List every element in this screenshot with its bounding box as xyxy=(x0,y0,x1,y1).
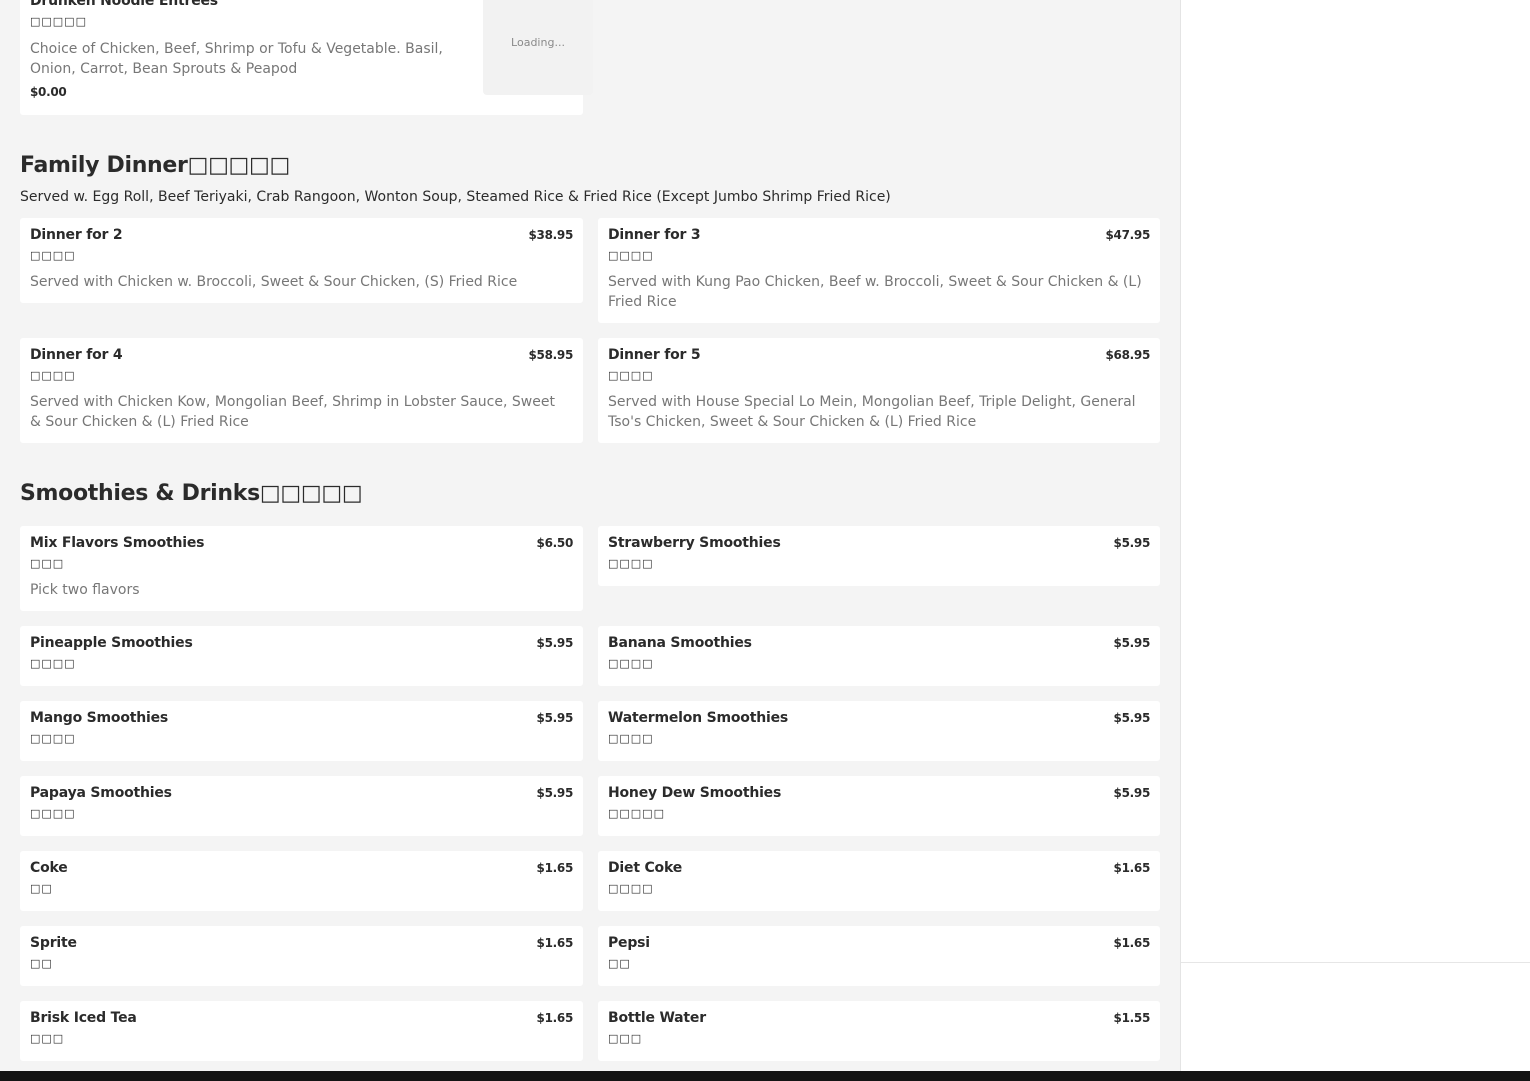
item-chinese-name: □□□□ xyxy=(608,249,654,262)
item-description: Served with House Special Lo Mein, Mongo… xyxy=(608,394,1136,430)
item-name: Drunken Noodle Entrees xyxy=(30,0,218,9)
item-chinese-name: □□□□ xyxy=(608,882,654,895)
item-chinese-name: □□ xyxy=(30,882,53,895)
menu-item-bottle-water[interactable]: Bottle Water $1.55 □□□ xyxy=(598,1001,1160,1061)
item-image-placeholder: Loading... xyxy=(483,0,593,95)
item-price: $1.65 xyxy=(536,1011,574,1025)
menu-item-dinner-for-2[interactable]: Dinner for 2 $38.95 □□□□ Served with Chi… xyxy=(20,218,583,303)
item-price: $47.95 xyxy=(1105,228,1150,242)
menu-item-brisk-iced-tea[interactable]: Brisk Iced Tea $1.65 □□□ xyxy=(20,1001,583,1061)
item-name: Sprite xyxy=(30,935,77,951)
item-chinese-name: □□□□ xyxy=(30,369,76,382)
item-name: Papaya Smoothies xyxy=(30,785,172,801)
item-name: Bottle Water xyxy=(608,1010,706,1026)
item-name: Watermelon Smoothies xyxy=(608,710,789,726)
item-price: $1.65 xyxy=(1113,936,1151,950)
item-description: Served with Chicken Kow, Mongolian Beef,… xyxy=(30,394,555,430)
item-chinese-name: □□□□ xyxy=(30,249,76,262)
item-description: Choice of Chicken, Beef, Shrimp or Tofu … xyxy=(30,41,443,77)
item-chinese-name: □□□□□ xyxy=(608,807,665,820)
sidebar-divider xyxy=(1181,962,1530,963)
section-title-smoothies-drinks: Smoothies & Drinks□□□□□ xyxy=(20,481,363,506)
menu-item-mango-smoothies[interactable]: Mango Smoothies $5.95 □□□□ xyxy=(20,701,583,761)
item-name: Mango Smoothies xyxy=(30,710,169,726)
item-chinese-name: □□□□ xyxy=(608,557,654,570)
loading-text: Loading... xyxy=(511,36,565,49)
item-chinese-name: □□□□ xyxy=(30,657,76,670)
item-price: $68.95 xyxy=(1105,348,1150,362)
order-sidebar xyxy=(1180,0,1530,1071)
menu-item-banana-smoothies[interactable]: Banana Smoothies $5.95 □□□□ xyxy=(598,626,1160,686)
item-description: Served with Kung Pao Chicken, Beef w. Br… xyxy=(608,274,1142,310)
item-price: $1.65 xyxy=(536,936,574,950)
item-chinese-name: □□□□ xyxy=(30,807,76,820)
item-name: Pineapple Smoothies xyxy=(30,635,193,651)
menu-item-dinner-for-5[interactable]: Dinner for 5 $68.95 □□□□ Served with Hou… xyxy=(598,338,1160,443)
item-name: Dinner for 2 xyxy=(30,227,123,243)
menu-item-pineapple-smoothies[interactable]: Pineapple Smoothies $5.95 □□□□ xyxy=(20,626,583,686)
menu-list: Drunken Noodle Entrees □□□□□ Choice of C… xyxy=(0,0,1180,1071)
item-price: $5.95 xyxy=(536,636,574,650)
item-price: $6.50 xyxy=(536,536,574,550)
section-description-family-dinner: Served w. Egg Roll, Beef Teriyaki, Crab … xyxy=(20,189,891,205)
item-chinese-name: □□□□ xyxy=(608,732,654,745)
item-chinese-name: □□□ xyxy=(30,1032,65,1045)
item-chinese-name: □□□ xyxy=(608,1032,643,1045)
item-price: $38.95 xyxy=(528,228,573,242)
item-price: $58.95 xyxy=(528,348,573,362)
item-price: $5.95 xyxy=(1113,636,1151,650)
menu-item-dinner-for-4[interactable]: Dinner for 4 $58.95 □□□□ Served with Chi… xyxy=(20,338,583,443)
item-price: $5.95 xyxy=(1113,786,1151,800)
item-price: $1.55 xyxy=(1113,1011,1151,1025)
item-description: Served with Chicken w. Broccoli, Sweet &… xyxy=(30,274,518,290)
item-name: Brisk Iced Tea xyxy=(30,1010,137,1026)
item-name: Strawberry Smoothies xyxy=(608,535,781,551)
item-name: Coke xyxy=(30,860,68,876)
item-name: Dinner for 3 xyxy=(608,227,701,243)
menu-item-pepsi[interactable]: Pepsi $1.65 □□ xyxy=(598,926,1160,986)
item-name: Pepsi xyxy=(608,935,650,951)
menu-item-coke[interactable]: Coke $1.65 □□ xyxy=(20,851,583,911)
menu-item-papaya-smoothies[interactable]: Papaya Smoothies $5.95 □□□□ xyxy=(20,776,583,836)
menu-item-watermelon-smoothies[interactable]: Watermelon Smoothies $5.95 □□□□ xyxy=(598,701,1160,761)
item-price: $0.00 xyxy=(30,85,67,99)
item-name: Mix Flavors Smoothies xyxy=(30,535,205,551)
item-description: Pick two flavors xyxy=(30,582,140,598)
menu-item-strawberry-smoothies[interactable]: Strawberry Smoothies $5.95 □□□□ xyxy=(598,526,1160,586)
item-chinese-name: □□ xyxy=(30,957,53,970)
item-price: $5.95 xyxy=(536,711,574,725)
item-price: $5.95 xyxy=(536,786,574,800)
item-chinese-name: □□□□ xyxy=(30,732,76,745)
menu-item-honey-dew-smoothies[interactable]: Honey Dew Smoothies $5.95 □□□□□ xyxy=(598,776,1160,836)
page: Drunken Noodle Entrees □□□□□ Choice of C… xyxy=(0,0,1530,1081)
item-name: Banana Smoothies xyxy=(608,635,752,651)
menu-item-diet-coke[interactable]: Diet Coke $1.65 □□□□ xyxy=(598,851,1160,911)
item-chinese-name: □□ xyxy=(608,957,631,970)
item-name: Dinner for 5 xyxy=(608,347,701,363)
menu-item-mix-flavors-smoothies[interactable]: Mix Flavors Smoothies $6.50 □□□ Pick two… xyxy=(20,526,583,611)
menu-item-dinner-for-3[interactable]: Dinner for 3 $47.95 □□□□ Served with Kun… xyxy=(598,218,1160,323)
item-chinese-name: □□□ xyxy=(30,557,65,570)
section-title-family-dinner: Family Dinner□□□□□ xyxy=(20,153,291,178)
item-price: $5.95 xyxy=(1113,711,1151,725)
item-name: Diet Coke xyxy=(608,860,683,876)
item-chinese-name: □□□□ xyxy=(608,369,654,382)
menu-item-sprite[interactable]: Sprite $1.65 □□ xyxy=(20,926,583,986)
menu-item-drunken-noodle[interactable]: Drunken Noodle Entrees □□□□□ Choice of C… xyxy=(20,0,593,115)
item-price: $1.65 xyxy=(1113,861,1151,875)
item-chinese-name: □□□□ xyxy=(608,657,654,670)
item-name: Dinner for 4 xyxy=(30,347,123,363)
item-price: $5.95 xyxy=(1113,536,1151,550)
item-chinese-name: □□□□□ xyxy=(30,15,87,28)
item-price: $1.65 xyxy=(536,861,574,875)
item-name: Honey Dew Smoothies xyxy=(608,785,782,801)
bottom-bar xyxy=(0,1071,1530,1081)
